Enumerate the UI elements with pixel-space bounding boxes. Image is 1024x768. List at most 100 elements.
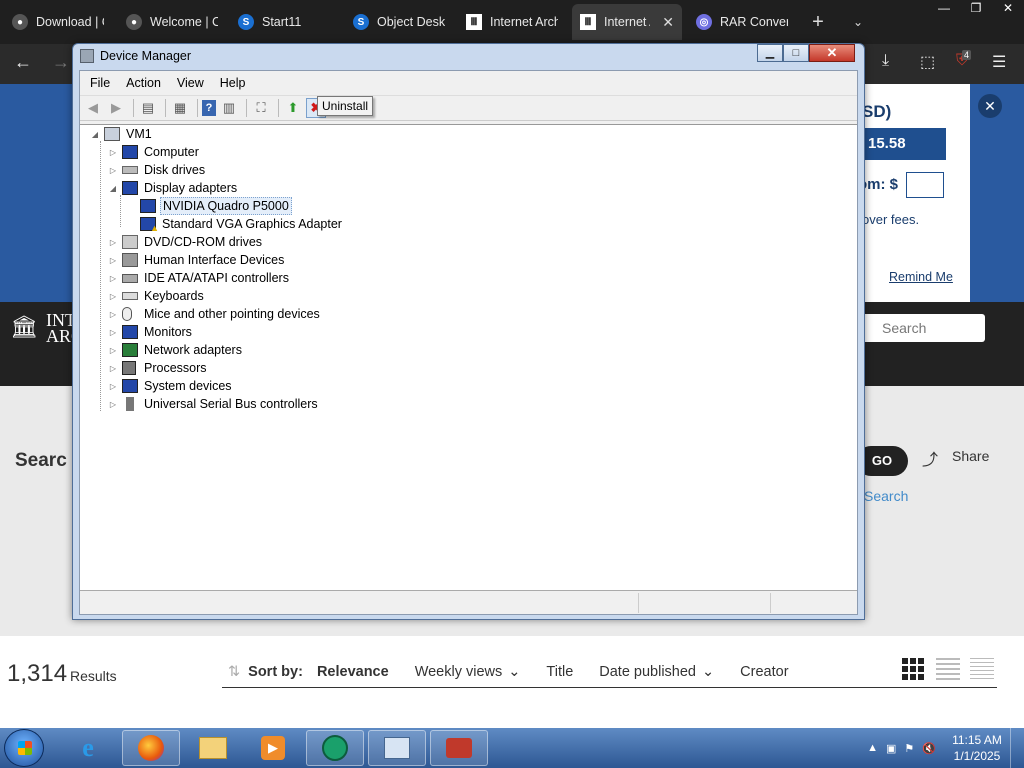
tab-start11[interactable]: S Start11 <box>230 4 338 40</box>
menu-action[interactable]: Action <box>120 76 167 90</box>
category-dvd-cdrom[interactable]: ▷ DVD/CD-ROM drives <box>108 233 264 251</box>
sort-weekly-views[interactable]: Weekly views <box>415 664 503 680</box>
tile-view-icon[interactable] <box>902 658 926 682</box>
forward-arrow-icon[interactable]: ▶ <box>106 98 126 118</box>
device-nvidia-quadro[interactable]: NVIDIA Quadro P5000 <box>140 197 292 215</box>
category-hid[interactable]: ▷ Human Interface Devices <box>108 251 286 269</box>
menu-file[interactable]: File <box>84 76 116 90</box>
new-tab-icon[interactable]: + <box>808 8 828 36</box>
chevron-down-icon[interactable]: ⌄ <box>702 664 714 680</box>
maximize-icon[interactable]: □ <box>783 44 809 62</box>
category-processors[interactable]: ▷ Processors <box>108 359 209 377</box>
category-display-adapters[interactable]: ◢ Display adapters <box>108 179 239 197</box>
sort-direction-icon[interactable]: ⇅ <box>228 664 240 680</box>
category-label: Universal Serial Bus controllers <box>144 397 318 411</box>
category-usb-controllers[interactable]: ▷ Universal Serial Bus controllers <box>108 395 320 413</box>
clock[interactable]: 11:15 AM 1/1/2025 <box>944 732 1010 764</box>
remind-me-link[interactable]: Remind Me <box>889 270 953 284</box>
extensions-icon[interactable]: ⬚ <box>920 52 935 72</box>
back-arrow-icon[interactable]: ← <box>14 52 32 73</box>
advanced-search-link[interactable]: Search <box>864 488 908 504</box>
expand-arrow-icon[interactable]: ▷ <box>108 346 118 355</box>
list-detail-view-icon[interactable] <box>936 658 960 682</box>
expand-arrow-icon[interactable]: ▷ <box>108 256 118 265</box>
firefox-taskbar-icon[interactable] <box>122 730 180 766</box>
category-system-devices[interactable]: ▷ System devices <box>108 377 234 395</box>
sort-date-published[interactable]: Date published <box>599 664 696 680</box>
media-player-icon[interactable]: ▶ <box>244 730 302 766</box>
device-manager-titlebar[interactable]: Device Manager <box>73 44 864 68</box>
category-disk-drives[interactable]: ▷ Disk drives <box>108 161 207 179</box>
menu-view[interactable]: View <box>171 76 210 90</box>
sort-relevance[interactable]: Relevance <box>317 664 389 680</box>
list-compact-view-icon[interactable] <box>970 658 994 682</box>
tab-welcome[interactable]: ● Welcome | C <box>118 4 226 40</box>
restore-icon[interactable]: ❐ <box>960 0 992 18</box>
expand-arrow-icon[interactable]: ▷ <box>108 364 118 373</box>
tab-download[interactable]: ● Download | C <box>4 4 112 40</box>
expand-arrow-icon[interactable]: ▷ <box>108 274 118 283</box>
tab-object-desktop[interactable]: S Object Deskt <box>345 4 453 40</box>
back-arrow-icon[interactable]: ◀ <box>83 98 103 118</box>
menu-icon[interactable]: ☰ <box>992 52 1006 72</box>
action-pane-icon[interactable]: ▥ <box>219 98 239 118</box>
toolbox-icon[interactable] <box>430 730 488 766</box>
app-green-icon[interactable] <box>306 730 364 766</box>
category-mice[interactable]: ▷ Mice and other pointing devices <box>108 305 322 323</box>
help-icon[interactable]: ? <box>202 100 216 116</box>
chevron-down-icon[interactable]: ⌄ <box>508 664 520 680</box>
expand-arrow-icon[interactable]: ▷ <box>108 238 118 247</box>
show-hidden-icons-icon[interactable]: ▲ <box>867 742 878 754</box>
close-icon[interactable]: ✕ <box>809 44 855 62</box>
category-network-adapters[interactable]: ▷ Network adapters <box>108 341 244 359</box>
tab-internet-archive[interactable]: Ⅲ Internet Arch <box>458 4 566 40</box>
menu-help[interactable]: Help <box>214 76 252 90</box>
internet-explorer-icon[interactable]: e <box>62 730 114 766</box>
tree-root[interactable]: ◢ VM1 <box>90 125 154 143</box>
expand-arrow-icon[interactable]: ▷ <box>108 292 118 301</box>
device-standard-vga[interactable]: ▲ Standard VGA Graphics Adapter <box>140 215 344 233</box>
show-desktop-button[interactable] <box>1010 728 1024 768</box>
tab-list-chevron-icon[interactable]: ⌄ <box>848 8 868 36</box>
collapse-arrow-icon[interactable]: ◢ <box>90 130 100 139</box>
close-icon[interactable]: ✕ <box>992 0 1024 18</box>
update-driver-icon[interactable]: ⬆ <box>283 98 303 118</box>
close-tab-icon[interactable]: ✕ <box>662 14 674 31</box>
share-label[interactable]: Share <box>952 448 989 464</box>
expand-arrow-icon[interactable]: ▷ <box>108 310 118 319</box>
header-search-input[interactable]: Search <box>860 314 985 342</box>
expand-arrow-icon[interactable]: ▷ <box>108 382 118 391</box>
category-keyboards[interactable]: ▷ Keyboards <box>108 287 206 305</box>
category-monitors[interactable]: ▷ Monitors <box>108 323 194 341</box>
file-explorer-icon[interactable] <box>184 730 242 766</box>
share-icon[interactable]: ⤴ <box>922 446 938 470</box>
collapse-arrow-icon[interactable]: ◢ <box>108 184 118 193</box>
device-manager-taskbar-icon[interactable] <box>368 730 426 766</box>
device-manager-client: File Action View Help ◀ ▶ ▤ ▦ ? ▥ ⛶ ⬆ ✖ … <box>79 70 858 615</box>
action-center-flag-icon[interactable]: ⚑ <box>904 742 914 755</box>
donation-amount-button[interactable]: 15.58 <box>858 128 946 160</box>
scan-hardware-icon[interactable]: ⛶ <box>251 98 271 118</box>
category-ide-ata[interactable]: ▷ IDE ATA/ATAPI controllers <box>108 269 291 287</box>
properties-icon[interactable]: ▦ <box>170 98 190 118</box>
minimize-icon[interactable]: ▁ <box>757 44 783 62</box>
download-icon[interactable]: ⤓ <box>882 52 889 70</box>
forward-arrow-icon[interactable]: → <box>52 52 70 73</box>
close-banner-icon[interactable]: ✕ <box>978 94 1002 118</box>
expand-arrow-icon[interactable]: ▷ <box>108 166 118 175</box>
archive-logo-icon[interactable]: 🏛 <box>10 314 38 342</box>
minimize-icon[interactable]: — <box>928 0 960 18</box>
sort-creator[interactable]: Creator <box>740 664 788 680</box>
volume-muted-icon[interactable]: 🔇 <box>922 742 936 755</box>
sort-title[interactable]: Title <box>546 664 573 680</box>
expand-arrow-icon[interactable]: ▷ <box>108 328 118 337</box>
show-hide-console-tree-icon[interactable]: ▤ <box>138 98 158 118</box>
tab-rar-converter[interactable]: ◎ RAR Convert <box>688 4 796 40</box>
donation-other-input[interactable] <box>906 172 944 198</box>
expand-arrow-icon[interactable]: ▷ <box>108 400 118 409</box>
expand-arrow-icon[interactable]: ▷ <box>108 148 118 157</box>
category-computer[interactable]: ▷ Computer <box>108 143 201 161</box>
start-button[interactable] <box>4 729 44 767</box>
network-tray-icon[interactable]: ▣ <box>886 742 896 755</box>
tab-internet-archive-active[interactable]: Ⅲ Internet Ar ✕ <box>572 4 682 40</box>
